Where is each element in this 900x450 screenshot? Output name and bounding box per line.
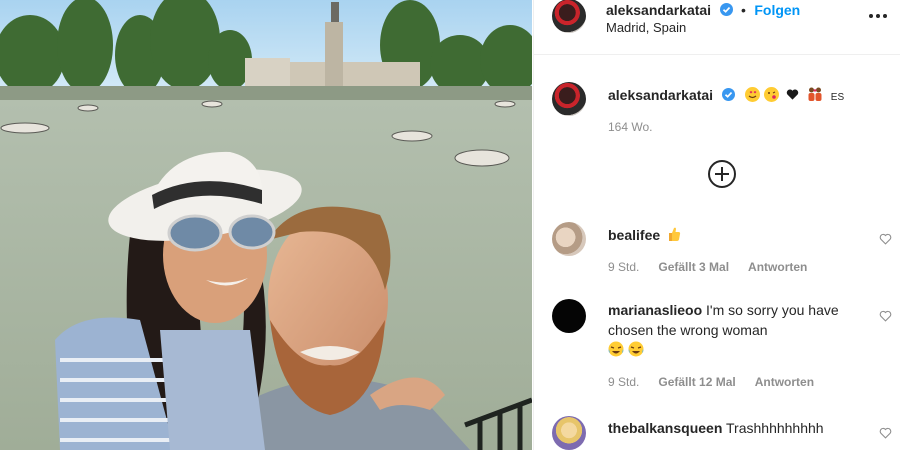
comment-time[interactable]: 9 Std. (608, 375, 639, 389)
post-photo[interactable] (0, 0, 532, 450)
comment-username[interactable]: marianaslieoo (608, 302, 702, 318)
comment-username[interactable]: thebalkansqueen (608, 420, 722, 436)
reply-button[interactable]: Antworten (755, 375, 814, 389)
post-location[interactable]: Madrid, Spain (606, 20, 686, 35)
comment-avatar[interactable] (552, 299, 586, 333)
kissing-face-emoji (764, 87, 780, 102)
comment-username[interactable]: bealifee (608, 227, 660, 243)
crying-laughing-emoji (608, 341, 624, 357)
heart-outline-icon[interactable] (879, 310, 892, 322)
post-header: aleksandarkatai • Folgen Madrid, Spain (534, 0, 900, 55)
thumbs-up-emoji (669, 227, 681, 241)
comment-body: bealifee (608, 225, 848, 245)
crying-laughing-emoji (628, 341, 644, 357)
more-options-icon[interactable] (869, 10, 887, 22)
comment-body: thebalkansqueen Trashhhhhhhhh (608, 418, 878, 438)
verified-badge-icon (719, 3, 733, 16)
comment-time[interactable]: 9 Std. (608, 260, 639, 274)
caption-time[interactable]: 164 Wo. (608, 120, 652, 134)
black-heart-emoji (786, 89, 799, 100)
caption-username[interactable]: aleksandarkatai (608, 87, 713, 103)
comment-body: marianaslieoo I'm so sorry you have chos… (608, 300, 848, 362)
comment-likes[interactable]: Gefällt 3 Mal (658, 260, 729, 274)
owner-username[interactable]: aleksandarkatai (606, 2, 711, 18)
couple-heart-emoji (808, 87, 822, 101)
follow-button[interactable]: Folgen (754, 2, 800, 18)
comment-avatar[interactable] (552, 416, 586, 450)
heart-outline-icon[interactable] (879, 233, 892, 245)
comment-meta: 9 Std. Gefällt 3 Mal Antworten (608, 260, 826, 274)
caption: aleksandarkatai ES (608, 86, 844, 105)
selfie-image (0, 0, 532, 450)
separator-dot: • (740, 2, 746, 18)
comment-likes[interactable]: Gefällt 12 Mal (658, 375, 735, 389)
caption-avatar[interactable] (552, 82, 586, 116)
heart-eyes-emoji (744, 87, 760, 102)
verified-badge-icon (721, 88, 735, 101)
comment-item: thebalkansqueen Trashhhhhhhhh (552, 416, 892, 450)
comment-item: marianaslieoo I'm so sorry you have chos… (552, 299, 892, 394)
post-sidebar: aleksandarkatai • Folgen Madrid, Spain a… (533, 0, 900, 450)
caption-language: ES (830, 92, 845, 103)
comment-avatar[interactable] (552, 222, 586, 256)
reply-button[interactable]: Antworten (748, 260, 807, 274)
comment-item: bealifee 9 Std. Gefällt 3 Mal Antworten (552, 222, 892, 282)
comment-emojis (608, 341, 848, 362)
add-comment-icon[interactable] (708, 160, 736, 188)
comment-text: Trashhhhhhhhh (726, 420, 824, 436)
owner-avatar[interactable] (552, 0, 586, 33)
comment-meta: 9 Std. Gefällt 12 Mal Antworten (608, 375, 833, 389)
heart-outline-icon[interactable] (879, 427, 892, 439)
